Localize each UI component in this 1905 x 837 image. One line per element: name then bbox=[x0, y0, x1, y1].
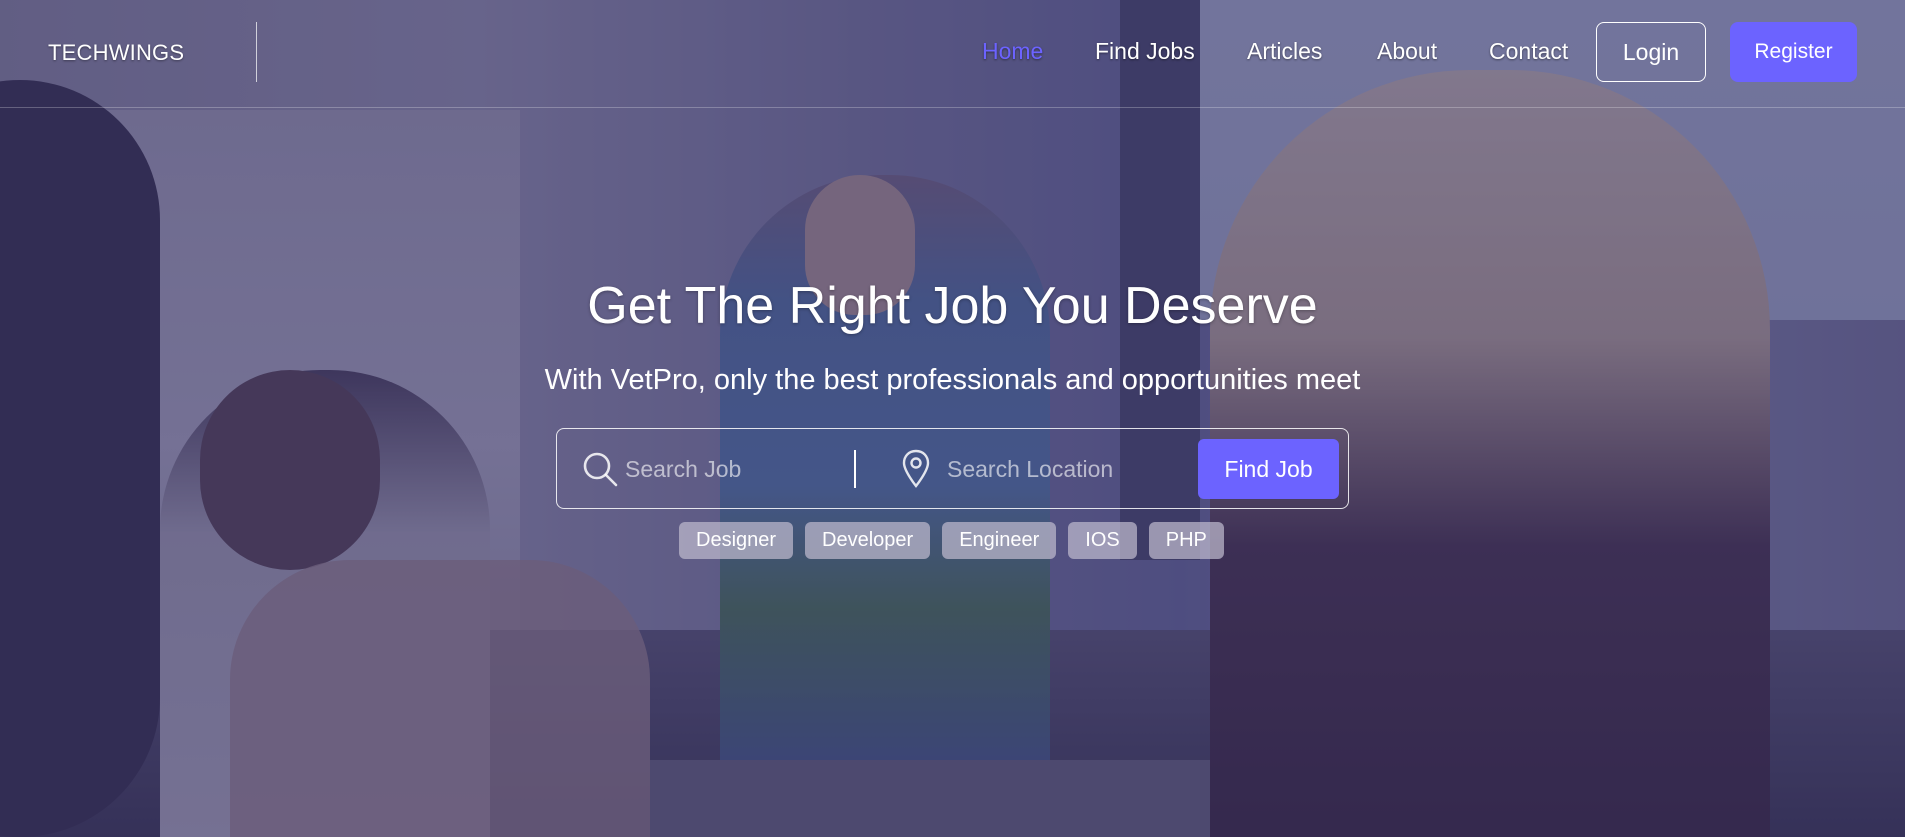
nav-home[interactable]: Home bbox=[982, 38, 1043, 65]
job-search-bar: Find Job bbox=[556, 428, 1349, 509]
hero-title: Get The Right Job You Deserve bbox=[587, 277, 1318, 335]
nav-articles[interactable]: Articles bbox=[1247, 38, 1322, 65]
tag-designer[interactable]: Designer bbox=[679, 522, 794, 559]
hero-section: TECHWINGS Home Find Jobs Articles About … bbox=[0, 0, 1905, 837]
hero-subtitle: With VetPro, only the best professionals… bbox=[544, 364, 1361, 396]
tag-php[interactable]: PHP bbox=[1148, 522, 1224, 559]
brand-divider bbox=[256, 22, 257, 82]
tag-developer[interactable]: Developer bbox=[805, 522, 931, 559]
nav-about[interactable]: About bbox=[1377, 38, 1437, 65]
find-job-button[interactable]: Find Job bbox=[1198, 439, 1339, 499]
login-button[interactable]: Login bbox=[1596, 22, 1706, 82]
nav-find-jobs[interactable]: Find Jobs bbox=[1095, 38, 1195, 65]
search-job-input[interactable] bbox=[625, 449, 845, 489]
search-location-input[interactable] bbox=[947, 449, 1187, 489]
search-divider bbox=[854, 450, 856, 488]
popular-tags: Designer Developer Engineer IOS PHP bbox=[679, 522, 1224, 559]
site-header: TECHWINGS Home Find Jobs Articles About … bbox=[0, 0, 1905, 108]
tag-ios[interactable]: IOS bbox=[1068, 522, 1137, 559]
tag-engineer[interactable]: Engineer bbox=[942, 522, 1057, 559]
register-button[interactable]: Register bbox=[1730, 22, 1857, 82]
brand-logo[interactable]: TECHWINGS bbox=[48, 40, 184, 66]
search-icon bbox=[583, 452, 618, 487]
location-pin-icon bbox=[902, 449, 930, 488]
nav-contact[interactable]: Contact bbox=[1489, 38, 1568, 65]
hero-overlay bbox=[0, 0, 1905, 837]
